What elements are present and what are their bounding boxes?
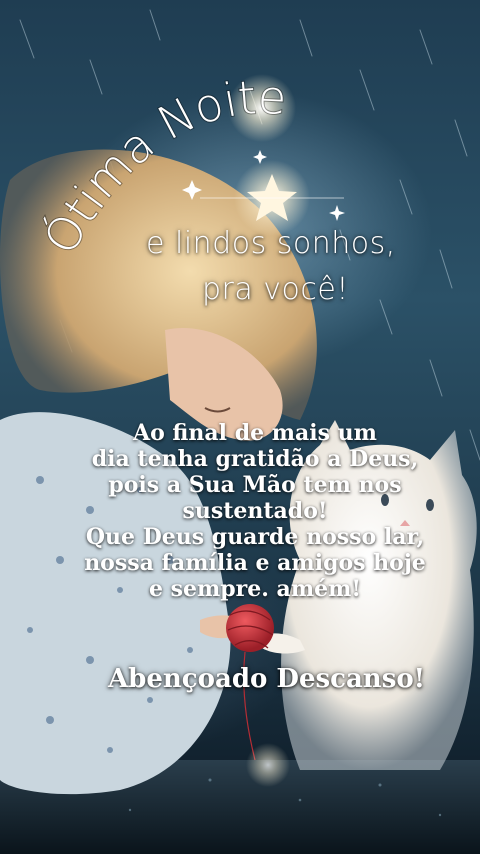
message-line: pois a Sua Mão tem nos: [108, 472, 402, 498]
floor-glow: [246, 743, 290, 787]
message-line: dia tenha gratidão a Deus,: [91, 446, 419, 472]
message-line: sustentado!: [182, 498, 328, 524]
message-line: Ao final de mais um: [133, 420, 377, 446]
message-line: e sempre. amém!: [148, 576, 362, 602]
closing-blessing: Abençoado Descanso!: [108, 664, 426, 694]
greeting-subtitle-line1: e lindos sonhos,: [146, 226, 396, 261]
message-line: nossa família e amigos hoje: [84, 550, 426, 576]
greeting-subtitle-line2: pra você!: [202, 272, 349, 307]
message-block: Ao final de mais um dia tenha gratidão a…: [60, 420, 450, 602]
message-line: Que Deus guarde nosso lar,: [85, 524, 425, 550]
greeting-card: Ótima Noite e lindos sonhos, pra você! A…: [0, 0, 480, 854]
